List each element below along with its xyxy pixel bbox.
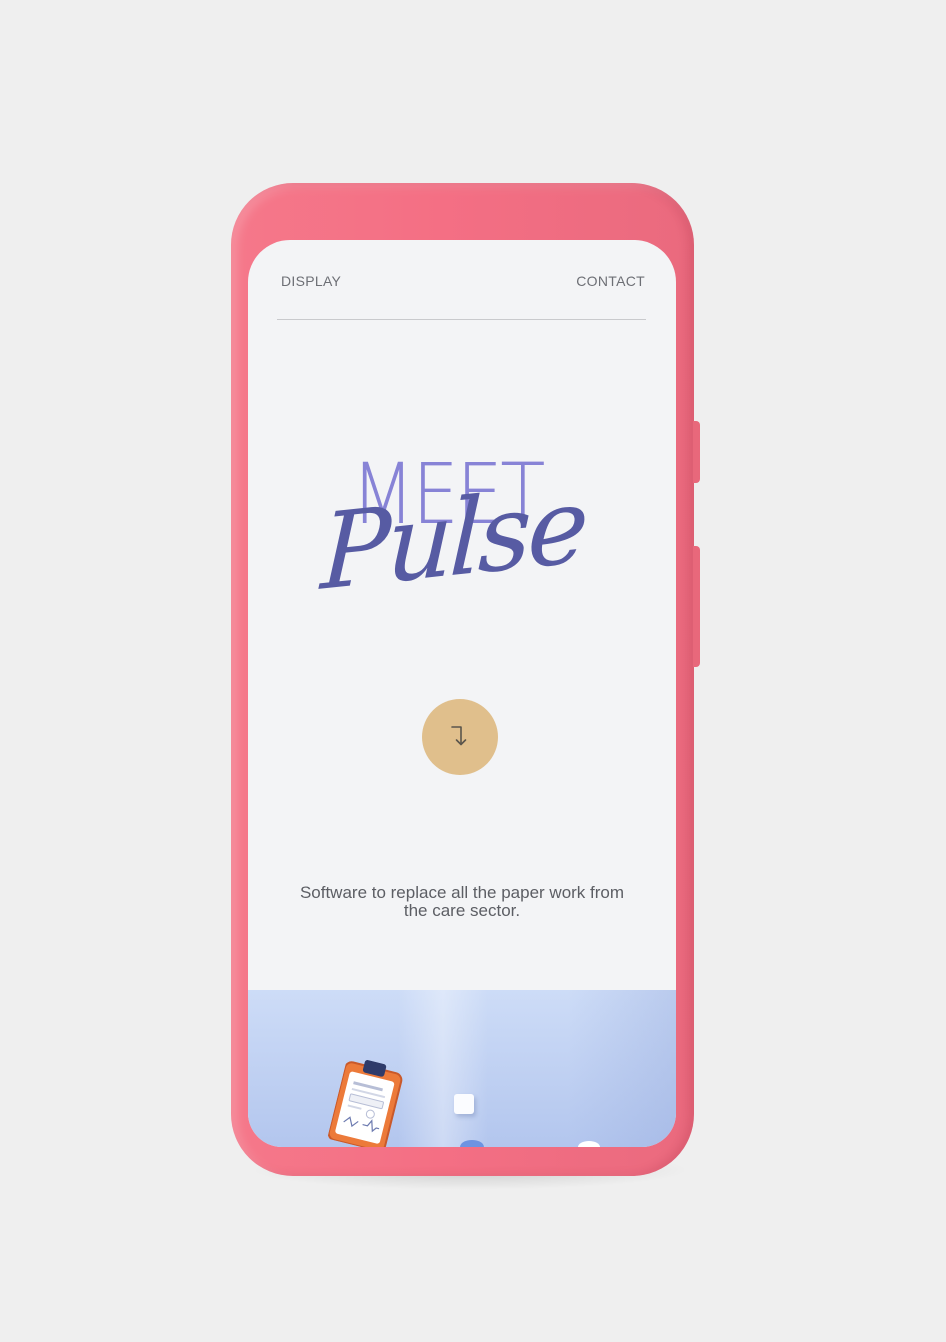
hero-illustration — [248, 990, 676, 1147]
hero-pulse-logotype: Pulse — [319, 463, 588, 615]
scroll-down-button[interactable] — [422, 699, 498, 775]
phone-side-button-power — [693, 421, 700, 483]
arrow-turn-down-right-icon — [451, 726, 467, 746]
illustration-white-object — [578, 1141, 600, 1147]
phone-side-button-volume — [693, 546, 700, 667]
nav-divider — [277, 319, 646, 320]
illustration-blue-object — [460, 1140, 484, 1147]
nav-display-link[interactable]: DISPLAY — [281, 273, 341, 289]
illustration-shade — [568, 990, 676, 1147]
illustration-light-beam — [398, 990, 488, 1147]
hero-tagline: Software to replace all the paper work f… — [299, 883, 625, 920]
nav-contact-link[interactable]: CONTACT — [576, 273, 645, 289]
phone-screen: DISPLAY CONTACT MEET Pulse Software to r… — [248, 240, 676, 1147]
illustration-cube — [454, 1094, 474, 1114]
clipboard-icon — [327, 1059, 403, 1147]
